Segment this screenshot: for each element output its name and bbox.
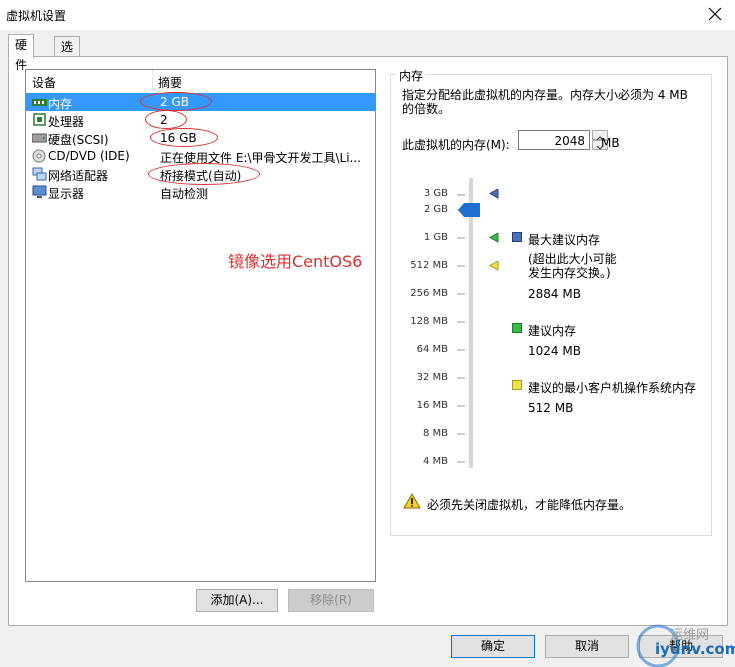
window-title: 虚拟机设置 bbox=[6, 9, 67, 23]
device-row-display[interactable]: 显示器 自动检测 bbox=[26, 183, 375, 201]
scale-label: 2 GB bbox=[423, 204, 448, 215]
recommended-marker-icon bbox=[489, 233, 499, 243]
max-recommended-marker-icon bbox=[489, 189, 499, 199]
device-name: 网络适配器 bbox=[48, 169, 109, 183]
title-bar: 虚拟机设置 bbox=[0, 0, 735, 30]
scale-label: 8 MB bbox=[422, 428, 448, 439]
memory-size-label: 此虚拟机的内存(M): bbox=[402, 138, 510, 152]
device-summary: 正在使用文件 E:\甲骨文开发工具\Li... bbox=[160, 151, 361, 165]
scale-label: 3 GB bbox=[423, 188, 448, 199]
min-guest-marker-icon bbox=[489, 261, 499, 271]
watermark-url: iyunv.com bbox=[655, 640, 735, 658]
scale-label: 256 MB bbox=[410, 288, 448, 299]
memory-slider-track[interactable] bbox=[469, 178, 473, 468]
device-row-network[interactable]: 网络适配器 桥接模式(自动) bbox=[26, 165, 375, 183]
memory-warning-text: 必须先关闭虚拟机，才能降低内存量。 bbox=[427, 498, 632, 512]
device-row-cdrom[interactable]: CD/DVD (IDE) 正在使用文件 E:\甲骨文开发工具\Li... bbox=[26, 147, 375, 165]
device-row-harddisk[interactable]: 硬盘(SCSI) 16 GB bbox=[26, 129, 375, 147]
legend-max-title: 最大建议内存 bbox=[528, 233, 601, 247]
warning-icon bbox=[403, 493, 421, 509]
legend-max-note: (超出此大小可能 发生内存交换。) bbox=[528, 252, 617, 280]
add-device-button[interactable]: 添加(A)... bbox=[196, 589, 278, 612]
cpu-icon bbox=[32, 113, 47, 127]
device-summary: 桥接模式(自动) bbox=[160, 169, 242, 183]
memory-slider-thumb[interactable] bbox=[458, 203, 482, 217]
header-device[interactable]: 设备 bbox=[32, 74, 56, 91]
cancel-button[interactable]: 取消 bbox=[545, 635, 629, 658]
harddisk-icon bbox=[31, 131, 48, 145]
monitor-icon bbox=[32, 185, 47, 199]
header-summary[interactable]: 摘要 bbox=[158, 74, 182, 91]
device-summary: 2 bbox=[160, 113, 168, 127]
device-name: 显示器 bbox=[48, 187, 85, 201]
device-name: 处理器 bbox=[48, 115, 85, 129]
legend-min-guest-title: 建议的最小客户机操作系统内存 bbox=[528, 381, 697, 395]
device-name: 硬盘(SCSI) bbox=[48, 133, 109, 147]
legend-min-guest-value: 512 MB bbox=[528, 401, 574, 415]
device-name: CD/DVD (IDE) bbox=[48, 149, 130, 163]
scale-label: 4 MB bbox=[422, 456, 448, 467]
device-summary: 自动检测 bbox=[160, 187, 209, 201]
scale-label: 64 MB bbox=[416, 344, 448, 355]
tab-options[interactable]: 选项 bbox=[54, 36, 81, 74]
remove-device-button[interactable]: 移除(R) bbox=[288, 589, 374, 612]
device-row-memory[interactable]: 内存 2 GB bbox=[26, 93, 375, 111]
scale-label: 128 MB bbox=[410, 316, 448, 327]
memory-description: 指定分配给此虚拟机的内存量。内存大小必须为 4 MB 的倍数。 bbox=[402, 88, 688, 116]
ok-button[interactable]: 确定 bbox=[451, 635, 535, 658]
device-list[interactable]: 设备 摘要 内存 2 GB 处理器 2 硬盘(SCSI) 16 GB CD/DV… bbox=[25, 69, 376, 582]
scale-label: 512 MB bbox=[410, 260, 448, 271]
scale-label: 16 MB bbox=[416, 400, 448, 411]
memory-size-input[interactable]: 2048 bbox=[518, 130, 590, 150]
max-recommended-legend-icon bbox=[512, 232, 522, 242]
device-name: 内存 bbox=[48, 97, 73, 111]
scale-label: 1 GB bbox=[423, 232, 448, 243]
legend-recommended-value: 1024 MB bbox=[528, 344, 581, 358]
network-adapter-icon bbox=[32, 167, 47, 181]
header-separator bbox=[152, 70, 153, 90]
device-summary: 2 GB bbox=[160, 95, 189, 109]
memory-icon bbox=[32, 95, 47, 109]
legend-max-value: 2884 MB bbox=[528, 287, 581, 301]
list-header: 设备 摘要 bbox=[26, 70, 375, 90]
scale-label: 32 MB bbox=[416, 372, 448, 383]
annotation-note: 镜像选用CentOS6 bbox=[228, 252, 363, 271]
tab-hardware[interactable]: 硬件 bbox=[8, 34, 35, 72]
legend-recommended-title: 建议内存 bbox=[528, 324, 577, 338]
close-button[interactable] bbox=[705, 4, 725, 24]
recommended-legend-icon bbox=[512, 323, 522, 333]
device-summary: 16 GB bbox=[160, 131, 197, 145]
min-guest-legend-icon bbox=[512, 380, 522, 390]
memory-unit: MB bbox=[601, 136, 620, 150]
device-row-processor[interactable]: 处理器 2 bbox=[26, 111, 375, 129]
close-icon bbox=[708, 7, 722, 21]
cdrom-icon bbox=[32, 149, 47, 163]
memory-group-title: 内存 bbox=[396, 67, 427, 84]
scale-ticks bbox=[457, 194, 465, 463]
